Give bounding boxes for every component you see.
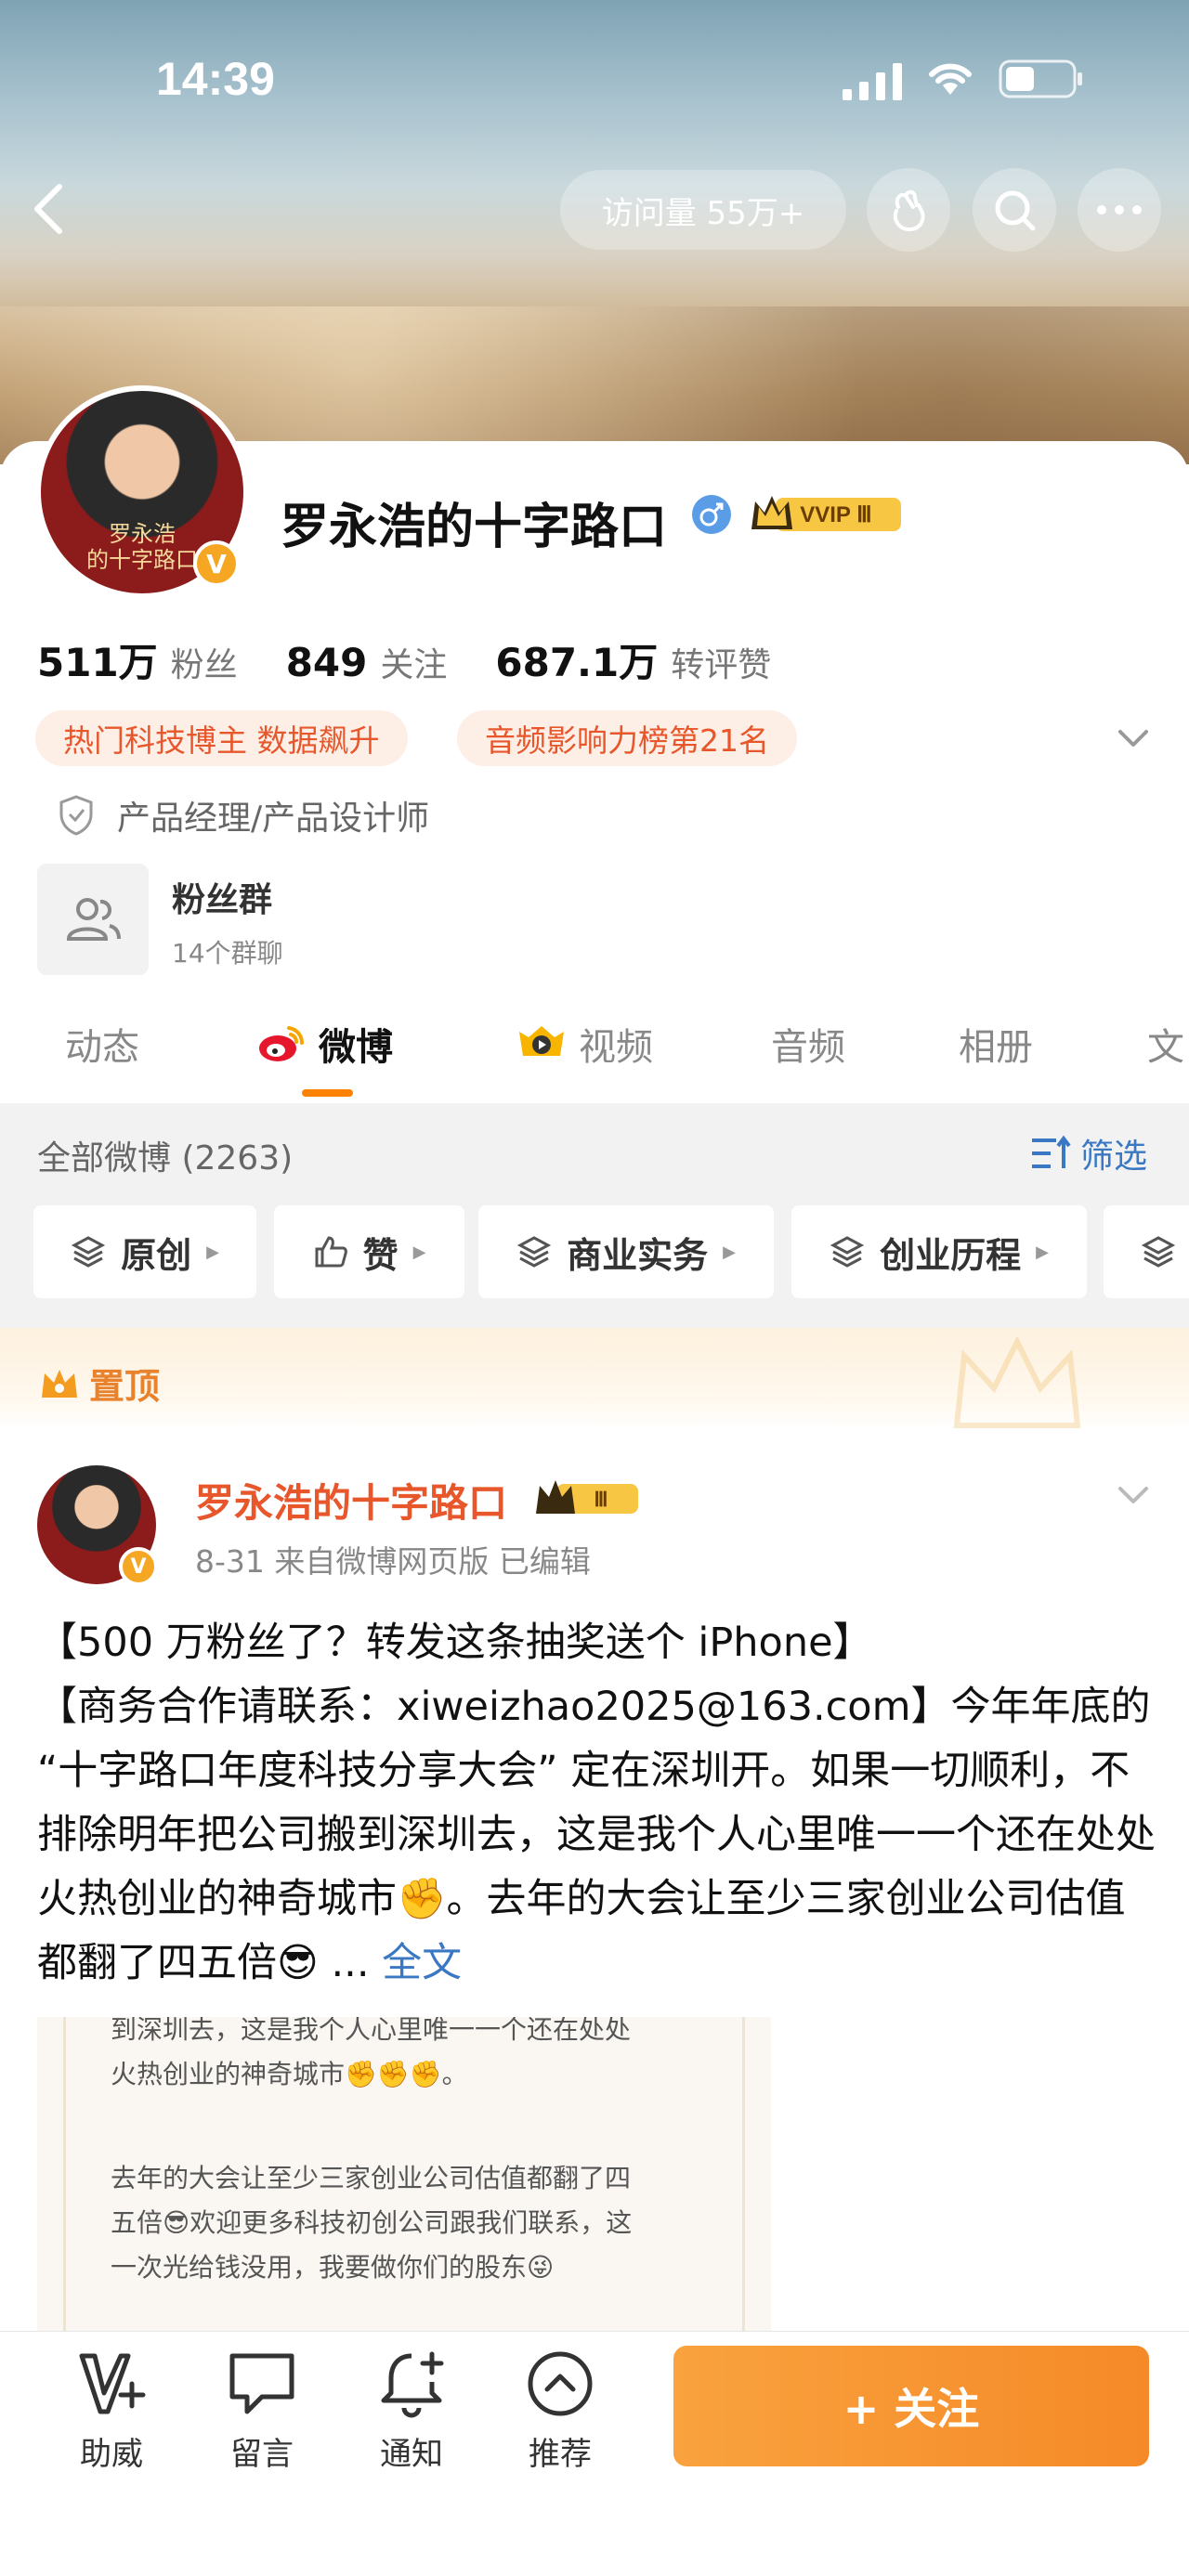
post-image[interactable]: 到深圳去，这是我个人心里唯一一个还在处处 火热创业的神奇城市✊✊✊。 去年的大会… <box>37 2017 771 2333</box>
verified-badge-icon: V <box>193 540 240 587</box>
following-label: 关注 <box>380 646 448 684</box>
tab-article[interactable]: 文 <box>1147 1017 1184 1071</box>
tab-album[interactable]: 相册 <box>959 1017 1033 1071</box>
read-more-link[interactable]: 全文 <box>382 1940 462 1986</box>
post-author-name[interactable]: 罗永浩的十字路口 <box>195 1472 507 1529</box>
fans-label: 粉丝 <box>170 646 238 684</box>
cheer-button[interactable]: 助威 <box>60 2348 163 2474</box>
chevron-down-icon[interactable] <box>1115 724 1152 752</box>
vvip-badge-icon[interactable]: VVIP Ⅲ <box>748 492 906 535</box>
more-dots-icon <box>1097 205 1142 215</box>
layers-icon <box>830 1236 865 1268</box>
status-time: 14:39 <box>156 53 275 105</box>
more-button[interactable] <box>1078 168 1161 252</box>
fans-count[interactable]: 511万 <box>37 631 158 688</box>
pinned-header: 置顶 <box>0 1328 1189 1430</box>
search-button[interactable] <box>973 168 1056 252</box>
crown-icon <box>42 1369 77 1398</box>
chip-startup[interactable]: 创业历程 ▶ <box>791 1205 1087 1298</box>
interactions-count: 687.1万 <box>495 640 659 685</box>
bell-plus-icon <box>381 2351 444 2418</box>
notify-button[interactable]: 通知 <box>360 2348 463 2474</box>
post-text[interactable]: 【500 万粉丝了？转发这条抽奖送个 iPhone】 【商务合作请联系：xiwe… <box>37 1611 1161 1996</box>
job-row: 产品经理/产品设计师 <box>58 791 429 839</box>
search-icon <box>995 190 1036 231</box>
filter-icon <box>1031 1135 1071 1168</box>
follow-button[interactable]: + 关注 <box>673 2346 1149 2466</box>
profile-stats: 511万 粉丝 849 关注 687.1万 转评赞 <box>37 631 819 688</box>
battery-icon <box>999 59 1082 98</box>
shield-icon <box>59 795 93 836</box>
thumbs-up-icon <box>315 1236 347 1268</box>
layers-icon <box>1141 1236 1176 1268</box>
vip-crown-badge-icon[interactable]: Ⅲ <box>534 1477 641 1519</box>
hot-tech-blogger-tag[interactable]: 热门科技博主 数据飙升 <box>35 710 408 766</box>
chip-more[interactable] <box>1104 1205 1189 1298</box>
status-bar: 14:39 <box>0 46 1189 111</box>
layers-icon <box>516 1236 552 1268</box>
male-gender-icon <box>692 495 731 534</box>
bottom-action-bar: 助威 留言 通知 推荐 + 关注 <box>0 2331 1189 2576</box>
crown-watermark-icon <box>953 1337 1081 1428</box>
weibo-logo-icon <box>259 1026 305 1061</box>
message-button[interactable]: 留言 <box>211 2348 313 2474</box>
visit-count-pill[interactable]: 访问量 55万+ <box>560 170 846 250</box>
post-verified-badge-icon: V <box>119 1547 158 1586</box>
tab-feed[interactable]: 动态 <box>65 1017 139 1071</box>
chip-original[interactable]: 原创 ▶ <box>33 1205 256 1298</box>
chip-business[interactable]: 商业实务 ▶ <box>478 1205 774 1298</box>
post-ellipsis: ... <box>318 1940 383 1986</box>
post-image-text: 到深圳去，这是我个人心里唯一一个还在处处 火热创业的神奇城市✊✊✊。 去年的大会… <box>63 2017 745 2333</box>
audio-rank-tag[interactable]: 音频影响力榜第21名 <box>457 710 797 766</box>
job-title: 产品经理/产品设计师 <box>117 800 430 838</box>
group-people-icon <box>66 898 121 941</box>
back-arrow-icon[interactable] <box>26 181 72 237</box>
chat-bubble-icon <box>229 2353 294 2414</box>
filter-button[interactable]: 筛选 <box>1030 1129 1147 1177</box>
post-meta: 8-31 来自微博网页版 已编辑 <box>195 1543 591 1580</box>
sunglasses-emoji: 😎 <box>277 1940 319 1986</box>
fans-group-icon-box[interactable] <box>37 864 149 975</box>
vvip-label: VVIP Ⅲ <box>800 502 871 527</box>
pinned-label: 置顶 <box>39 1358 160 1409</box>
gift-button[interactable] <box>867 168 950 252</box>
tab-active-indicator <box>302 1089 353 1097</box>
wifi-icon <box>929 63 972 95</box>
recommend-button[interactable]: 推荐 <box>509 2348 611 2474</box>
filter-area: 全部微博 (2263) 筛选 原创 ▶ 赞 ▶ 商业实务 ▶ 创业历程 ▶ <box>0 1103 1189 1328</box>
all-weibo-count: 全部微博 (2263) <box>37 1139 294 1177</box>
post-line-1: 【500 万粉丝了？转发这条抽奖送个 iPhone】 <box>37 1620 873 1666</box>
layers-icon <box>71 1236 106 1268</box>
chip-liked[interactable]: 赞 ▶ <box>274 1205 464 1298</box>
profile-name: 罗永浩的十字路口 <box>281 500 668 555</box>
interactions-label: 转评赞 <box>671 646 772 684</box>
video-icon <box>519 1026 564 1056</box>
chevron-up-circle-icon <box>528 2351 593 2416</box>
fans-group-subtitle: 14个群聊 <box>172 938 283 969</box>
tab-audio[interactable]: 音频 <box>771 1017 845 1071</box>
post-menu-chevron-icon[interactable] <box>1115 1481 1152 1509</box>
tab-video[interactable]: 视频 <box>516 1017 653 1071</box>
hand-icon <box>893 189 925 232</box>
following-count[interactable]: 849 <box>286 640 368 685</box>
fans-group-title[interactable]: 粉丝群 <box>172 873 272 921</box>
cheer-v-plus-icon <box>79 2353 146 2414</box>
post-badge-label: Ⅲ <box>594 1488 608 1511</box>
cellular-signal-icon <box>843 63 902 100</box>
tab-weibo[interactable]: 微博 <box>255 1017 393 1071</box>
fist-emoji: ✊ <box>397 1876 447 1922</box>
profile-tabs: 动态 微博 视频 音频 相册 文 <box>0 1008 1189 1100</box>
